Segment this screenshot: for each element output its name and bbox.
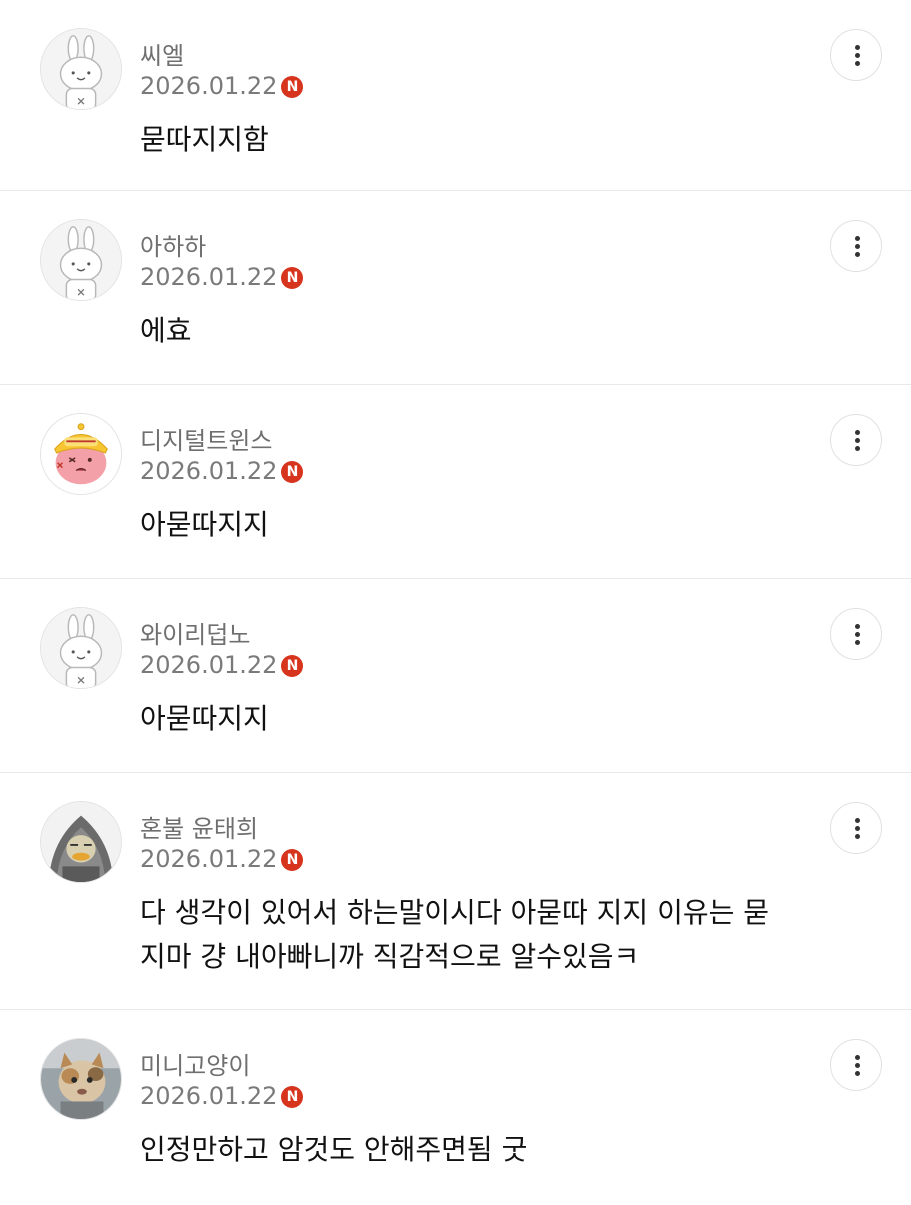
dot-icon [855, 430, 860, 435]
nickname[interactable]: 디지털트윈스 [140, 421, 272, 456]
new-badge: N [281, 655, 304, 677]
dot-icon [855, 834, 860, 839]
dot-icon [855, 1055, 860, 1060]
more-options-button[interactable] [830, 1039, 882, 1091]
comment-date: 2026.01.22 N [140, 457, 304, 485]
nickname[interactable]: 미니고양이 [140, 1046, 250, 1081]
comment-item: 씨엘 2026.01.22 N 묻따지지함 [0, 0, 911, 191]
date-text: 2026.01.22 [140, 651, 278, 679]
rabbit-default-icon[interactable] [40, 28, 122, 110]
comment-date: 2026.01.22 N [140, 263, 304, 291]
cat-photo-avatar[interactable] [40, 1038, 122, 1120]
comment-text: 인정만하고 암것도 안해주면됨 굿 [140, 1133, 528, 1166]
comment-item: 혼불 윤태희 2026.01.22 N 다 생각이 있어서 하는말이시다 아묻따 … [0, 773, 911, 1010]
dot-icon [855, 632, 860, 637]
dot-icon [855, 45, 860, 50]
rabbit-default-icon[interactable] [40, 607, 122, 689]
date-text: 2026.01.22 [140, 1082, 278, 1110]
comment-item: 와이리덥노 2026.01.22 N 아묻따지지 [0, 579, 911, 773]
comment-text: 아묻따지지 [140, 702, 269, 735]
rabbit-default-icon[interactable] [40, 219, 122, 301]
nickname[interactable]: 씨엘 [140, 36, 184, 71]
dot-icon [855, 252, 860, 257]
comment-item: 디지털트윈스 2026.01.22 N 아묻따지지 [0, 385, 911, 579]
dot-icon [855, 244, 860, 249]
comment-date: 2026.01.22 N [140, 72, 304, 100]
dot-icon [855, 1063, 860, 1068]
more-options-button[interactable] [830, 802, 882, 854]
more-options-button[interactable] [830, 414, 882, 466]
new-badge: N [281, 849, 304, 871]
date-text: 2026.01.22 [140, 72, 278, 100]
date-text: 2026.01.22 [140, 263, 278, 291]
more-options-button[interactable] [830, 608, 882, 660]
comment-list: 씨엘 2026.01.22 N 묻따지지함 아하하 2026.01.22 N 에효 [0, 0, 911, 1205]
nickname[interactable]: 아하하 [140, 227, 206, 262]
comment-item: 아하하 2026.01.22 N 에효 [0, 191, 911, 385]
more-options-button[interactable] [830, 29, 882, 81]
dot-icon [855, 438, 860, 443]
comment-text: 묻따지지함 [140, 123, 269, 156]
dot-icon [855, 236, 860, 241]
comment-date: 2026.01.22 N [140, 845, 304, 873]
new-badge: N [281, 1086, 304, 1108]
nickname[interactable]: 혼불 윤태희 [140, 809, 258, 844]
more-options-button[interactable] [830, 220, 882, 272]
dot-icon [855, 1071, 860, 1076]
date-text: 2026.01.22 [140, 457, 278, 485]
comment-date: 2026.01.22 N [140, 1082, 304, 1110]
dot-icon [855, 624, 860, 629]
dot-icon [855, 640, 860, 645]
dot-icon [855, 61, 860, 66]
dot-icon [855, 446, 860, 451]
hooded-duck-avatar[interactable] [40, 801, 122, 883]
dot-icon [855, 818, 860, 823]
comment-text: 에효 [140, 314, 192, 347]
dot-icon [855, 53, 860, 58]
comment-text: 다 생각이 있어서 하는말이시다 아묻따 지지 이유는 묻지마 걍 내아빠니까 … [140, 896, 770, 973]
comment-text: 아묻따지지 [140, 508, 269, 541]
new-badge: N [281, 461, 304, 483]
comment-item: 미니고양이 2026.01.22 N 인정만하고 암것도 안해주면됨 굿 [0, 1010, 911, 1205]
dot-icon [855, 826, 860, 831]
new-badge: N [281, 267, 304, 289]
new-badge: N [281, 76, 304, 98]
comment-date: 2026.01.22 N [140, 651, 304, 679]
pink-character-avatar[interactable] [40, 413, 122, 495]
nickname[interactable]: 와이리덥노 [140, 615, 250, 650]
date-text: 2026.01.22 [140, 845, 278, 873]
